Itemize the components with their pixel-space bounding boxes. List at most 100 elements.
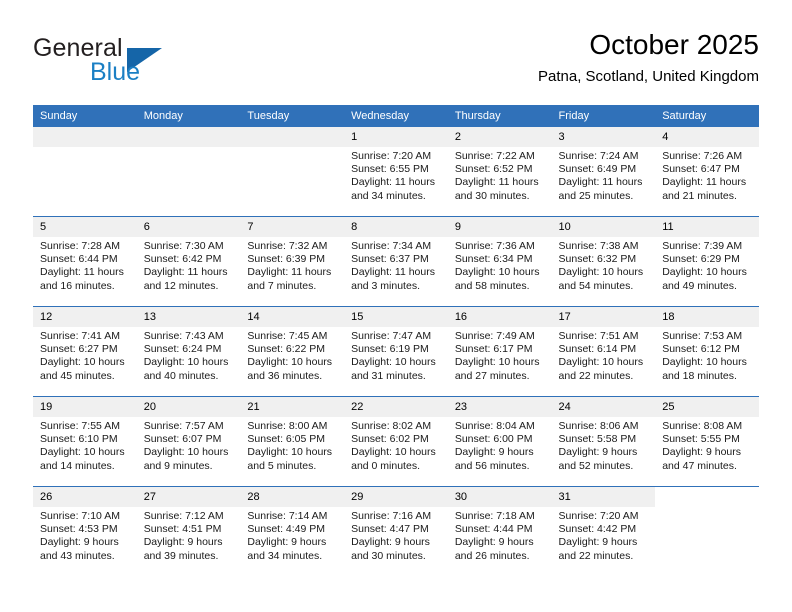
sunrise-text: Sunrise: 7:57 AM	[143, 420, 224, 432]
calendar-day-cell[interactable]: 10 Sunrise: 7:38 AM Sunset: 6:32 PM Dayligh…	[551, 216, 656, 307]
daylight-text: Daylight: 11 hours and 7 minutes.	[247, 266, 332, 292]
day-details: Sunrise: 7:30 AM Sunset: 6:42 PM Daylight:…	[137, 237, 241, 293]
sunset-text: Sunset: 6:07 PM	[143, 433, 222, 446]
calendar-day-cell[interactable]: 1 Sunrise: 7:20 AM Sunset: 6:55 PM Daylight…	[344, 127, 448, 217]
daylight-text: Daylight: 9 hours and 56 minutes.	[454, 446, 534, 472]
calendar-day-cell[interactable]: 2 Sunrise: 7:22 AM Sunset: 6:52 PM Daylight…	[447, 127, 552, 217]
sunrise-text: Sunrise: 7:16 AM	[351, 510, 432, 522]
day-details: Sunrise: 8:04 AM Sunset: 6:00 PM Daylight:…	[448, 417, 552, 473]
calendar-day-cell[interactable]: 29 Sunrise: 7:16 AM Sunset: 4:47 PM Dayligh…	[344, 486, 448, 576]
sunrise-text: Sunrise: 7:22 AM	[454, 150, 535, 162]
weekday-header-wednesday: Wednesday	[344, 105, 448, 127]
daylight-text: Daylight: 9 hours and 43 minutes.	[40, 536, 119, 562]
calendar-day-cell[interactable]: 7 Sunrise: 7:32 AM Sunset: 6:39 PM Daylight…	[240, 216, 345, 307]
calendar-day-cell[interactable]: 13 Sunrise: 7:43 AM Sunset: 6:24 PM Dayligh…	[136, 306, 241, 397]
sunset-text: Sunset: 6:34 PM	[454, 253, 533, 266]
day-details: Sunrise: 7:36 AM Sunset: 6:34 PM Daylight:…	[448, 237, 552, 293]
sunset-text: Sunset: 6:39 PM	[247, 253, 326, 266]
calendar-day-cell[interactable]: 17 Sunrise: 7:51 AM Sunset: 6:14 PM Dayligh…	[551, 306, 656, 397]
sunset-text: Sunset: 6:05 PM	[247, 433, 326, 446]
day-details: Sunrise: 7:41 AM Sunset: 6:27 PM Daylight:…	[33, 327, 137, 383]
day-details: Sunrise: 8:02 AM Sunset: 6:02 PM Daylight:…	[344, 417, 448, 473]
calendar-day-cell[interactable]: 19 Sunrise: 7:55 AM Sunset: 6:10 PM Dayligh…	[33, 396, 137, 487]
daylight-text: Daylight: 9 hours and 34 minutes.	[247, 536, 327, 562]
calendar-day-cell[interactable]: 20 Sunrise: 7:57 AM Sunset: 6:07 PM Dayligh…	[136, 396, 241, 487]
day-details: Sunrise: 7:12 AM Sunset: 4:51 PM Daylight:…	[137, 507, 241, 563]
calendar-day-cell[interactable]: 8 Sunrise: 7:34 AM Sunset: 6:37 PM Daylight…	[344, 216, 448, 307]
calendar-day-cell[interactable]: 15 Sunrise: 7:47 AM Sunset: 6:19 PM Dayligh…	[344, 306, 448, 397]
sunset-text: Sunset: 6:37 PM	[351, 253, 429, 266]
day-number: 31	[551, 487, 656, 507]
day-number	[240, 127, 345, 147]
day-number: 30	[447, 487, 552, 507]
daylight-text: Daylight: 10 hours and 5 minutes.	[247, 446, 333, 472]
calendar-day-cell[interactable]: 22 Sunrise: 8:02 AM Sunset: 6:02 PM Dayligh…	[344, 396, 448, 487]
calendar-page: General Blue October 2025 Patna, Scotlan…	[0, 0, 792, 612]
calendar-day-cell[interactable]: 24 Sunrise: 8:06 AM Sunset: 5:58 PM Dayligh…	[551, 396, 656, 487]
day-details: Sunrise: 7:20 AM Sunset: 6:55 PM Daylight:…	[344, 147, 448, 203]
daylight-text: Daylight: 10 hours and 54 minutes.	[558, 266, 644, 292]
calendar-day-cell[interactable]: 25 Sunrise: 8:08 AM Sunset: 5:55 PM Dayligh…	[655, 396, 759, 487]
sunrise-text: Sunrise: 7:14 AM	[247, 510, 328, 522]
calendar-day-cell[interactable]: 3 Sunrise: 7:24 AM Sunset: 6:49 PM Daylight…	[551, 127, 656, 217]
daylight-text: Daylight: 9 hours and 26 minutes.	[454, 536, 534, 562]
day-number	[655, 487, 759, 507]
day-number: 13	[136, 307, 241, 327]
sunrise-text: Sunrise: 7:30 AM	[143, 240, 224, 252]
general-blue-logo[interactable]: General Blue	[33, 34, 283, 92]
sunrise-text: Sunrise: 8:08 AM	[662, 420, 743, 432]
calendar-day-cell[interactable]: 12 Sunrise: 7:41 AM Sunset: 6:27 PM Dayligh…	[33, 306, 137, 397]
day-details: Sunrise: 7:45 AM Sunset: 6:22 PM Daylight:…	[240, 327, 344, 383]
daylight-text: Daylight: 9 hours and 47 minutes.	[662, 446, 742, 472]
sunrise-text: Sunrise: 7:24 AM	[558, 150, 639, 162]
calendar-table: Sunday Monday Tuesday Wednesday Thursday…	[33, 105, 759, 576]
weekday-header-saturday: Saturday	[655, 105, 759, 127]
sunset-text: Sunset: 6:12 PM	[662, 343, 740, 356]
daylight-text: Daylight: 9 hours and 22 minutes.	[558, 536, 638, 562]
sunrise-text: Sunrise: 7:18 AM	[454, 510, 535, 522]
calendar-day-cell[interactable]: 18 Sunrise: 7:53 AM Sunset: 6:12 PM Dayligh…	[655, 306, 759, 397]
day-number: 1	[344, 127, 448, 147]
calendar-day-cell[interactable]: 26 Sunrise: 7:10 AM Sunset: 4:53 PM Dayligh…	[33, 486, 137, 576]
calendar-day-cell[interactable]: 28 Sunrise: 7:14 AM Sunset: 4:49 PM Dayligh…	[240, 486, 345, 576]
calendar-day-cell[interactable]: 14 Sunrise: 7:45 AM Sunset: 6:22 PM Dayligh…	[240, 306, 345, 397]
daylight-text: Daylight: 10 hours and 14 minutes.	[40, 446, 125, 472]
day-number: 12	[33, 307, 137, 327]
daylight-text: Daylight: 10 hours and 58 minutes.	[454, 266, 540, 292]
day-number: 24	[551, 397, 656, 417]
calendar-day-cell[interactable]: 31 Sunrise: 7:20 AM Sunset: 4:42 PM Dayligh…	[551, 486, 656, 576]
brand-name-blue: Blue	[90, 58, 141, 86]
sunrise-text: Sunrise: 8:06 AM	[558, 420, 639, 432]
day-number: 8	[344, 217, 448, 237]
calendar-day-cell[interactable]: 30 Sunrise: 7:18 AM Sunset: 4:44 PM Dayligh…	[447, 486, 552, 576]
sunset-text: Sunset: 6:10 PM	[40, 433, 118, 446]
sunset-text: Sunset: 4:47 PM	[351, 523, 429, 536]
day-details: Sunrise: 7:26 AM Sunset: 6:47 PM Daylight:…	[655, 147, 759, 203]
day-details: Sunrise: 8:00 AM Sunset: 6:05 PM Daylight:…	[240, 417, 344, 473]
daylight-text: Daylight: 9 hours and 39 minutes.	[143, 536, 223, 562]
calendar-day-cell[interactable]: 5 Sunrise: 7:28 AM Sunset: 6:44 PM Daylight…	[33, 216, 137, 307]
calendar-day-cell[interactable]: 27 Sunrise: 7:12 AM Sunset: 4:51 PM Dayligh…	[136, 486, 241, 576]
sunset-text: Sunset: 6:02 PM	[351, 433, 429, 446]
calendar-grid: Sunday Monday Tuesday Wednesday Thursday…	[33, 105, 759, 576]
day-number: 5	[33, 217, 137, 237]
calendar-day-cell[interactable]: 11 Sunrise: 7:39 AM Sunset: 6:29 PM Dayligh…	[655, 216, 759, 307]
day-details: Sunrise: 7:38 AM Sunset: 6:32 PM Daylight:…	[552, 237, 656, 293]
daylight-text: Daylight: 11 hours and 16 minutes.	[40, 266, 124, 292]
daylight-text: Daylight: 9 hours and 30 minutes.	[351, 536, 430, 562]
calendar-day-cell[interactable]: 16 Sunrise: 7:49 AM Sunset: 6:17 PM Dayligh…	[447, 306, 552, 397]
calendar-day-cell[interactable]: 9 Sunrise: 7:36 AM Sunset: 6:34 PM Daylight…	[447, 216, 552, 307]
calendar-day-cell[interactable]: 23 Sunrise: 8:04 AM Sunset: 6:00 PM Dayligh…	[447, 396, 552, 487]
calendar-day-cell[interactable]: 21 Sunrise: 8:00 AM Sunset: 6:05 PM Dayligh…	[240, 396, 345, 487]
day-number	[136, 127, 241, 147]
sunset-text: Sunset: 6:17 PM	[454, 343, 533, 356]
calendar-day-cell[interactable]: 6 Sunrise: 7:30 AM Sunset: 6:42 PM Daylight…	[136, 216, 241, 307]
weekday-header-thursday: Thursday	[447, 105, 552, 127]
day-number: 16	[447, 307, 552, 327]
sunrise-text: Sunrise: 7:41 AM	[40, 330, 120, 342]
calendar-day-cell[interactable]: 4 Sunrise: 7:26 AM Sunset: 6:47 PM Daylight…	[655, 127, 759, 217]
sunrise-text: Sunrise: 8:00 AM	[247, 420, 328, 432]
sunset-text: Sunset: 4:53 PM	[40, 523, 118, 536]
day-details: Sunrise: 7:16 AM Sunset: 4:47 PM Daylight:…	[344, 507, 448, 563]
calendar-empty-cell	[655, 486, 759, 576]
